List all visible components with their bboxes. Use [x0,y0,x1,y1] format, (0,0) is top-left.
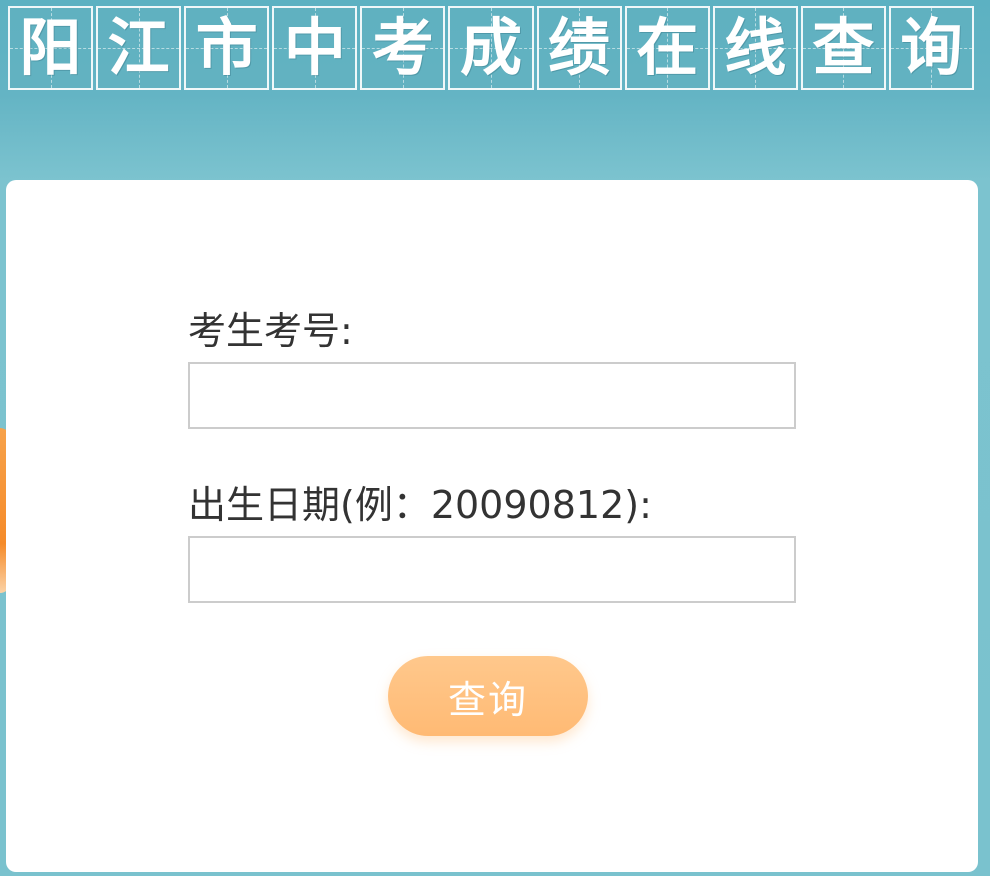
title-tile: 考 [360,6,446,90]
title-char: 江 [107,11,170,84]
title-tile: 线 [712,6,798,90]
title-tile: 询 [888,6,975,90]
title-tile: 成 [448,6,534,90]
title-char: 线 [724,11,787,84]
title-char: 成 [460,11,523,84]
title-char: 考 [371,11,434,84]
title-tile: 在 [624,6,710,90]
title-tile: 江 [96,6,182,90]
title-tile: 中 [272,6,358,90]
title-tile: 查 [800,6,886,90]
birth-date-input[interactable] [188,536,796,603]
title-char: 阳 [19,11,82,84]
exam-number-input[interactable] [188,362,796,429]
title-char: 中 [283,11,346,84]
title-tile: 绩 [536,6,622,90]
title-char: 询 [900,11,963,84]
title-char: 查 [812,11,875,84]
query-button[interactable]: 查询 [388,656,588,736]
page-title: 阳 江 市 中 考 成 绩 在 线 查 询 [8,6,975,90]
title-char: 市 [195,11,258,84]
title-tile: 市 [184,6,270,90]
title-char: 绩 [548,11,611,84]
title-char: 在 [636,11,699,84]
birth-date-label: 出生日期(例：20090812): [188,483,652,527]
title-tile: 阳 [8,6,94,90]
exam-number-label: 考生考号: [188,309,353,353]
query-card: 考生考号: 出生日期(例：20090812): 查询 [6,180,978,872]
